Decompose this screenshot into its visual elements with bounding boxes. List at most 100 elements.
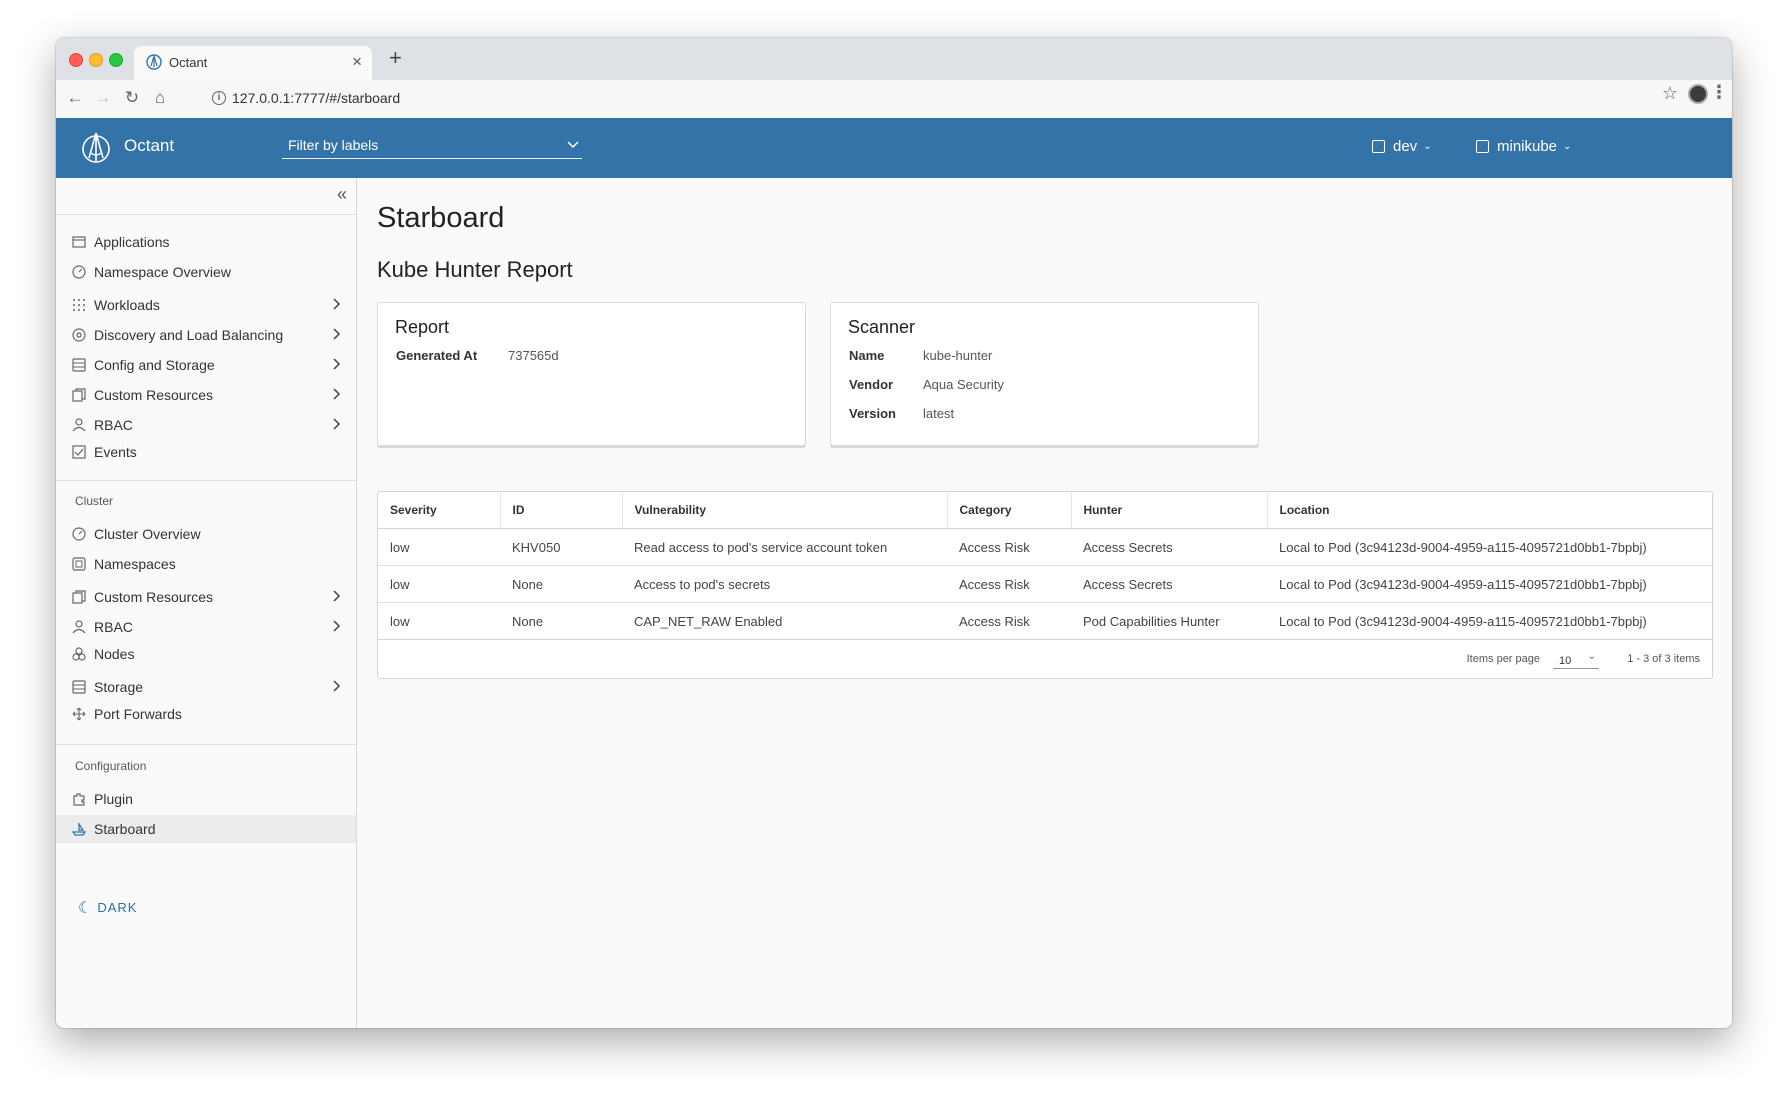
sidebar-item-namespace-overview[interactable]: Namespace Overview bbox=[56, 258, 356, 286]
sidebar-item-cluster-overview[interactable]: Cluster Overview bbox=[56, 520, 356, 548]
network-icon bbox=[72, 328, 86, 342]
column-header-hunter[interactable]: Hunter bbox=[1071, 492, 1268, 529]
context-value: minikube bbox=[1497, 138, 1558, 155]
items-per-page-select[interactable]: 10 ⌄ bbox=[1553, 650, 1599, 669]
octant-favicon-icon bbox=[146, 54, 162, 70]
column-header-id[interactable]: ID bbox=[500, 492, 623, 529]
profile-avatar[interactable] bbox=[1688, 84, 1708, 104]
sidebar-item-storage[interactable]: Storage bbox=[56, 673, 356, 701]
sidebar-item-rbac[interactable]: RBAC bbox=[56, 411, 356, 439]
collapse-sidebar-icon[interactable]: « bbox=[337, 184, 347, 205]
sidebar-item-starboard[interactable]: Starboard bbox=[56, 815, 356, 843]
site-info-icon[interactable]: i bbox=[212, 91, 226, 105]
chevron-right-icon[interactable] bbox=[332, 588, 342, 604]
chevron-down-icon[interactable] bbox=[566, 138, 580, 152]
browser-menu-icon[interactable]: ⋮ bbox=[1710, 82, 1728, 103]
namespace-value: dev bbox=[1393, 138, 1418, 155]
bookmark-star-icon[interactable]: ☆ bbox=[1662, 83, 1678, 104]
cell-category: Access Risk bbox=[947, 565, 1071, 603]
sidebar-item-namespaces[interactable]: Namespaces bbox=[56, 550, 356, 578]
plugin-icon bbox=[73, 793, 85, 806]
table-row: low KHV050 Read access to pod's service … bbox=[378, 528, 1712, 566]
label-filter-input[interactable]: Filter by labels bbox=[282, 136, 582, 159]
sidebar-item-plugin[interactable]: Plugin bbox=[56, 785, 356, 813]
browser-tab-bar: Octant × + bbox=[56, 38, 1732, 80]
forward-icon[interactable]: → bbox=[91, 86, 115, 110]
home-icon[interactable]: ⌂ bbox=[148, 86, 172, 110]
sidebar-item-label: Nodes bbox=[94, 646, 135, 662]
storage-icon bbox=[72, 358, 86, 372]
section-title: Kube Hunter Report bbox=[377, 257, 573, 282]
main-content: Starboard Kube Hunter Report Report Gene… bbox=[357, 178, 1732, 1028]
close-window-button[interactable] bbox=[69, 53, 83, 67]
column-header-vulnerability[interactable]: Vulnerability bbox=[622, 492, 948, 529]
chevron-right-icon[interactable] bbox=[332, 416, 342, 432]
sidebar-item-label: Storage bbox=[94, 679, 144, 695]
cell-vulnerability: Access to pod's secrets bbox=[622, 565, 947, 603]
sidebar-item-custom-resources[interactable]: Custom Resources bbox=[56, 381, 356, 409]
label-filter-placeholder: Filter by labels bbox=[288, 137, 379, 153]
chevron-right-icon[interactable] bbox=[332, 678, 342, 694]
column-header-location[interactable]: Location bbox=[1267, 492, 1712, 529]
copy-icon bbox=[72, 388, 86, 402]
cell-severity: low bbox=[378, 528, 500, 566]
sidebar-item-port-forwards[interactable]: Port Forwards bbox=[56, 700, 356, 728]
browser-tab[interactable]: Octant × bbox=[134, 46, 372, 80]
chevron-right-icon[interactable] bbox=[332, 386, 342, 402]
field-value: kube-hunter bbox=[923, 348, 993, 363]
vulnerability-table: Severity ID Vulnerability Category Hunte… bbox=[377, 491, 1713, 679]
cell-severity: low bbox=[378, 602, 500, 640]
sidebar-section-configuration: Configuration bbox=[75, 759, 147, 773]
namespace-icon bbox=[72, 557, 86, 571]
address-bar[interactable]: i 127.0.0.1:7777/#/starboard bbox=[202, 84, 1682, 114]
sidebar-item-applications[interactable]: Applications bbox=[56, 228, 356, 256]
maximize-window-button[interactable] bbox=[109, 53, 123, 67]
reload-icon[interactable]: ↻ bbox=[120, 86, 144, 110]
sidebar-item-workloads[interactable]: Workloads bbox=[56, 291, 356, 319]
sidebar-item-label: Config and Storage bbox=[94, 357, 215, 373]
sidebar-item-cluster-rbac[interactable]: RBAC bbox=[56, 613, 356, 641]
tab-close-icon[interactable]: × bbox=[352, 52, 362, 72]
storage-icon bbox=[72, 680, 86, 694]
octant-logo-icon[interactable] bbox=[80, 131, 112, 165]
chevron-right-icon[interactable] bbox=[332, 618, 342, 634]
report-card: Report Generated At 737565d bbox=[377, 302, 806, 446]
chevron-right-icon[interactable] bbox=[332, 296, 342, 312]
column-header-severity[interactable]: Severity bbox=[378, 492, 501, 529]
chevron-right-icon[interactable] bbox=[332, 356, 342, 372]
app-name[interactable]: Octant bbox=[124, 136, 174, 156]
field-value: 737565d bbox=[508, 348, 559, 363]
sidebar-item-label: Events bbox=[94, 444, 137, 460]
chevron-right-icon[interactable] bbox=[332, 326, 342, 342]
sidebar-item-nodes[interactable]: Nodes bbox=[56, 640, 356, 668]
column-header-category[interactable]: Category bbox=[947, 492, 1072, 529]
cell-category: Access Risk bbox=[947, 602, 1071, 640]
window-icon bbox=[72, 236, 86, 248]
new-tab-button[interactable]: + bbox=[389, 45, 402, 71]
pagination-count: 1 - 3 of 3 items bbox=[1627, 653, 1700, 665]
namespace-selector[interactable]: dev ⌄ bbox=[1372, 138, 1432, 155]
sidebar-item-config-storage[interactable]: Config and Storage bbox=[56, 351, 356, 379]
sidebar-item-cluster-custom-resources[interactable]: Custom Resources bbox=[56, 583, 356, 611]
minimize-window-button[interactable] bbox=[89, 53, 103, 67]
field-value: latest bbox=[923, 406, 955, 421]
url-text[interactable]: 127.0.0.1:7777/#/starboard bbox=[232, 90, 400, 106]
move-icon bbox=[72, 707, 86, 721]
cell-vulnerability: Read access to pod's service account tok… bbox=[622, 528, 947, 566]
context-selector[interactable]: minikube ⌄ bbox=[1476, 138, 1571, 155]
dashboard-icon bbox=[72, 265, 86, 279]
back-icon[interactable]: ← bbox=[63, 86, 87, 110]
sidebar-item-discovery-load-balancing[interactable]: Discovery and Load Balancing bbox=[56, 321, 356, 349]
browser-window: Octant × + ← → ↻ ⌂ i 127.0.0.1:7777/#/st… bbox=[56, 38, 1732, 1028]
cell-severity: low bbox=[378, 565, 500, 603]
app-header: Octant Filter by labels dev ⌄ minikube ⌄ bbox=[56, 118, 1732, 178]
cell-id: None bbox=[500, 602, 622, 640]
dark-mode-toggle[interactable]: ☾ DARK bbox=[78, 898, 137, 918]
chevron-down-icon: ⌄ bbox=[1587, 651, 1596, 662]
dashboard-icon bbox=[72, 527, 86, 541]
card-title: Scanner bbox=[848, 317, 916, 337]
sidebar-section-cluster: Cluster bbox=[75, 494, 114, 508]
divider bbox=[56, 480, 356, 481]
cell-hunter: Pod Capabilities Hunter bbox=[1071, 602, 1267, 640]
sidebar-item-events[interactable]: Events bbox=[56, 438, 356, 466]
